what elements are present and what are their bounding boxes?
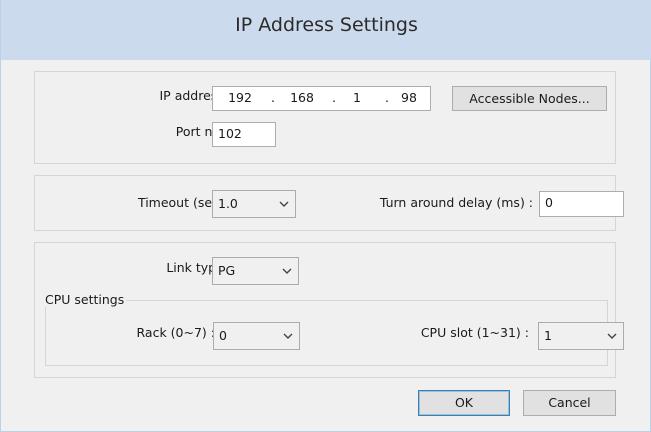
chevron-down-icon — [606, 323, 618, 349]
title-bar[interactable]: IP Address Settings — [1, 0, 651, 60]
ip-dot: . — [385, 90, 389, 105]
ip-octet-4[interactable]: 98 — [391, 87, 427, 109]
timeout-select[interactable]: 1.0 — [212, 190, 296, 218]
link-type-value: PG — [218, 263, 236, 278]
ip-octet-1[interactable]: 192 — [222, 87, 258, 109]
chevron-down-icon — [278, 191, 290, 217]
timing-group: Timeout (sec) : 1.0 Turn around delay (m… — [34, 175, 624, 231]
cpu-slot-value: 1 — [544, 328, 552, 343]
ok-button[interactable]: OK — [418, 390, 510, 416]
cancel-button[interactable]: Cancel — [523, 390, 616, 416]
accessible-nodes-button[interactable]: Accessible Nodes... — [452, 86, 607, 111]
timeout-value: 1.0 — [218, 196, 238, 211]
ip-dot: . — [332, 90, 336, 105]
window-title: IP Address Settings — [235, 14, 418, 36]
rack-select[interactable]: 0 — [213, 322, 300, 350]
cpu-settings-legend: CPU settings — [43, 292, 127, 307]
rack-label: Rack (0~7) : — [136, 325, 215, 340]
chevron-down-icon — [282, 323, 294, 349]
port-field[interactable]: 102 — [212, 122, 276, 147]
dialog-body: IP address : 192 . 168 . 1 . 98 Accessib… — [11, 60, 642, 425]
ip-address-field[interactable]: 192 . 168 . 1 . 98 — [212, 86, 431, 111]
cpu-slot-select[interactable]: 1 — [538, 322, 624, 350]
cpu-slot-label: CPU slot (1~31) : — [420, 325, 529, 340]
accessible-nodes-button-label: Accessible Nodes... — [469, 91, 590, 106]
chevron-down-icon — [281, 258, 293, 284]
ip-address-settings-dialog: IP Address Settings IP address : 192 . 1… — [0, 0, 651, 432]
turnaround-delay-label: Turn around delay (ms) : — [379, 195, 533, 210]
cpu-settings-group: CPU settings Rack (0~7) : 0 CPU slot (1~… — [43, 292, 624, 366]
link-group: Link type : PG CPU settings Rack (0~7) :… — [34, 242, 624, 378]
ip-octet-2[interactable]: 168 — [284, 87, 320, 109]
rack-value: 0 — [219, 328, 227, 343]
ip-group: IP address : 192 . 168 . 1 . 98 Accessib… — [34, 71, 616, 164]
link-type-select[interactable]: PG — [212, 257, 299, 285]
turnaround-delay-field[interactable]: 0 — [539, 191, 624, 217]
ip-dot: . — [271, 90, 275, 105]
ip-octet-3[interactable]: 1 — [339, 87, 375, 109]
